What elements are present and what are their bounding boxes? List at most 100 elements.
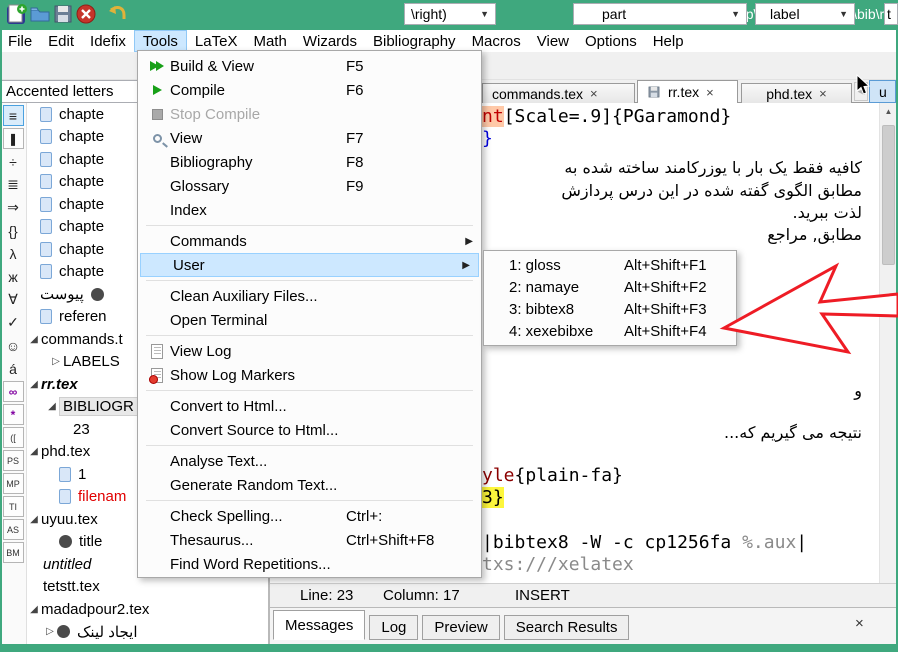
pstricks-panel-icon[interactable]: PS xyxy=(3,450,24,471)
cyrillic-panel-icon[interactable]: ж xyxy=(3,266,24,287)
scroll-up-icon[interactable]: ▲ xyxy=(880,103,897,120)
tree-item-create-link[interactable]: ▷ایجاد لینک xyxy=(27,621,268,644)
code-line: txs:///xelatex xyxy=(482,554,634,576)
clipped-combo[interactable]: t xyxy=(884,3,898,25)
check-panel-icon[interactable]: ✓ xyxy=(3,312,24,333)
metapost-panel-icon[interactable]: MP xyxy=(3,473,24,494)
code-line: |bibtex8 -W -c cp1256fa %.aux| xyxy=(482,532,807,554)
expanded-icon[interactable]: ◢ xyxy=(27,334,41,345)
code-line: yle{plain-fa} xyxy=(482,465,623,487)
expanded-icon[interactable]: ◢ xyxy=(45,401,59,412)
expanded-icon[interactable]: ◢ xyxy=(27,446,41,457)
submenu-item-xexebibxe[interactable]: 4: xexebibxeAlt+Shift+F4 xyxy=(484,320,736,342)
accents-panel-icon[interactable]: á xyxy=(3,358,24,379)
menu-item-build-view[interactable]: Build & ViewF5 xyxy=(138,54,481,78)
open-icon[interactable] xyxy=(29,3,51,25)
code-line: nt[Scale=.9]{PGaramond} xyxy=(482,106,731,128)
close-panel-icon[interactable]: × xyxy=(855,615,864,632)
menu-latex[interactable]: LaTeX xyxy=(187,30,246,52)
math-divide-icon[interactable]: ÷ xyxy=(3,151,24,172)
beamer-panel-icon[interactable]: BM xyxy=(3,542,24,563)
mouse-cursor xyxy=(856,74,872,96)
scrollbar-thumb[interactable] xyxy=(882,125,895,265)
menu-item-check-spelling[interactable]: Check Spelling...Ctrl+: xyxy=(138,504,481,528)
tab-commands-tex[interactable]: commands.tex × xyxy=(482,83,635,103)
bookmarks-panel-icon[interactable]: ❚ xyxy=(3,128,24,149)
expanded-icon[interactable]: ◢ xyxy=(27,379,41,390)
menu-view[interactable]: View xyxy=(529,30,577,52)
menu-item-commands[interactable]: Commands ▶ xyxy=(138,229,481,253)
operators-panel-icon[interactable]: ∀ xyxy=(3,289,24,310)
infinity-panel-icon[interactable]: ∞ xyxy=(3,381,24,402)
submenu-item-namaye[interactable]: 2: namayeAlt+Shift+F2 xyxy=(484,276,736,298)
menu-item-show-log-markers[interactable]: Show Log Markers xyxy=(138,363,481,387)
menu-item-find-word-repetitions[interactable]: Find Word Repetitions... xyxy=(138,552,481,576)
menu-macros[interactable]: Macros xyxy=(464,30,529,52)
page-icon xyxy=(40,107,52,122)
menu-separator xyxy=(138,332,481,339)
menu-wizards[interactable]: Wizards xyxy=(295,30,365,52)
braces-panel-icon[interactable]: {} xyxy=(3,220,24,241)
menu-item-clean-auxiliary[interactable]: Clean Auxiliary Files... xyxy=(138,284,481,308)
menu-file[interactable]: File xyxy=(0,30,40,52)
structure-panel-icon[interactable]: ≡ xyxy=(3,105,24,126)
save-icon[interactable] xyxy=(52,3,74,25)
menu-item-analyse-text[interactable]: Analyse Text... xyxy=(138,449,481,473)
new-document-icon[interactable] xyxy=(6,3,28,25)
close-tab-icon[interactable]: × xyxy=(706,85,714,100)
status-insert-mode: INSERT xyxy=(515,587,570,604)
math-delimiter-combo[interactable]: \right) ▼ xyxy=(404,3,496,25)
greek-panel-icon[interactable]: λ xyxy=(3,243,24,264)
menu-item-user[interactable]: User ▶ xyxy=(140,253,479,277)
tab-log[interactable]: Log xyxy=(369,615,418,640)
asterisk-panel-icon[interactable]: * xyxy=(3,404,24,425)
expanded-icon[interactable]: ◢ xyxy=(27,604,41,615)
structure-filter-combo[interactable]: Accented letters xyxy=(0,80,140,103)
arrows-panel-icon[interactable]: ⇒ xyxy=(3,197,24,218)
collapsed-icon[interactable]: ▷ xyxy=(43,626,57,637)
tab-partial[interactable]: u xyxy=(869,80,896,103)
tikz-panel-icon[interactable]: TI xyxy=(3,496,24,517)
lines-panel-icon[interactable]: ≣ xyxy=(3,174,24,195)
tab-rr-tex[interactable]: rr.tex × xyxy=(637,80,738,103)
submenu-item-bibtex8[interactable]: 3: bibtex8Alt+Shift+F3 xyxy=(484,298,736,320)
menu-item-thesaurus[interactable]: Thesaurus...Ctrl+Shift+F8 xyxy=(138,528,481,552)
close-tab-icon[interactable]: × xyxy=(819,86,827,101)
menu-item-glossary[interactable]: GlossaryF9 xyxy=(138,174,481,198)
brackets-panel-icon[interactable]: ([ xyxy=(3,427,24,448)
close-document-icon[interactable] xyxy=(75,3,97,25)
menu-item-view[interactable]: ViewF7 xyxy=(138,126,481,150)
menu-item-convert-to-html[interactable]: Convert to Html... xyxy=(138,394,481,418)
compile-icon xyxy=(144,85,170,95)
menu-item-index[interactable]: Index xyxy=(138,198,481,222)
menu-edit[interactable]: Edit xyxy=(40,30,82,52)
expanded-icon[interactable]: ◢ xyxy=(27,514,41,525)
menu-item-bibliography[interactable]: BibliographyF8 xyxy=(138,150,481,174)
menu-bibliography[interactable]: Bibliography xyxy=(365,30,464,52)
submenu-item-gloss[interactable]: 1: glossAlt+Shift+F1 xyxy=(484,254,736,276)
undo-icon[interactable] xyxy=(106,3,128,25)
menu-item-generate-random-text[interactable]: Generate Random Text... xyxy=(138,473,481,497)
tree-item-tetstt-tex[interactable]: tetstt.tex xyxy=(27,576,268,599)
menu-item-view-log[interactable]: View Log xyxy=(138,339,481,363)
asymptote-panel-icon[interactable]: AS xyxy=(3,519,24,540)
menu-tools[interactable]: Tools xyxy=(134,30,187,52)
menu-item-open-terminal[interactable]: Open Terminal xyxy=(138,308,481,332)
menu-math[interactable]: Math xyxy=(245,30,294,52)
menu-item-convert-source-to-html[interactable]: Convert Source to Html... xyxy=(138,418,481,442)
tab-preview[interactable]: Preview xyxy=(422,615,499,640)
menu-idefix[interactable]: Idefix xyxy=(82,30,134,52)
tree-item-madadpour2-tex[interactable]: ◢madadpour2.tex xyxy=(27,598,268,621)
chevron-down-icon: ▼ xyxy=(831,9,848,19)
menu-help[interactable]: Help xyxy=(645,30,692,52)
collapsed-icon[interactable]: ▷ xyxy=(49,356,63,367)
tab-search-results[interactable]: Search Results xyxy=(504,615,630,640)
sectioning-combo[interactable]: part ▼ xyxy=(573,3,747,25)
misc-symbols-panel-icon[interactable]: ☺ xyxy=(3,335,24,356)
close-tab-icon[interactable]: × xyxy=(590,86,598,101)
tab-messages[interactable]: Messages xyxy=(273,610,365,640)
menu-item-compile[interactable]: CompileF6 xyxy=(138,78,481,102)
menu-options[interactable]: Options xyxy=(577,30,645,52)
tab-phd-tex[interactable]: phd.tex × xyxy=(741,83,852,103)
reference-combo[interactable]: label ▼ xyxy=(755,3,855,25)
